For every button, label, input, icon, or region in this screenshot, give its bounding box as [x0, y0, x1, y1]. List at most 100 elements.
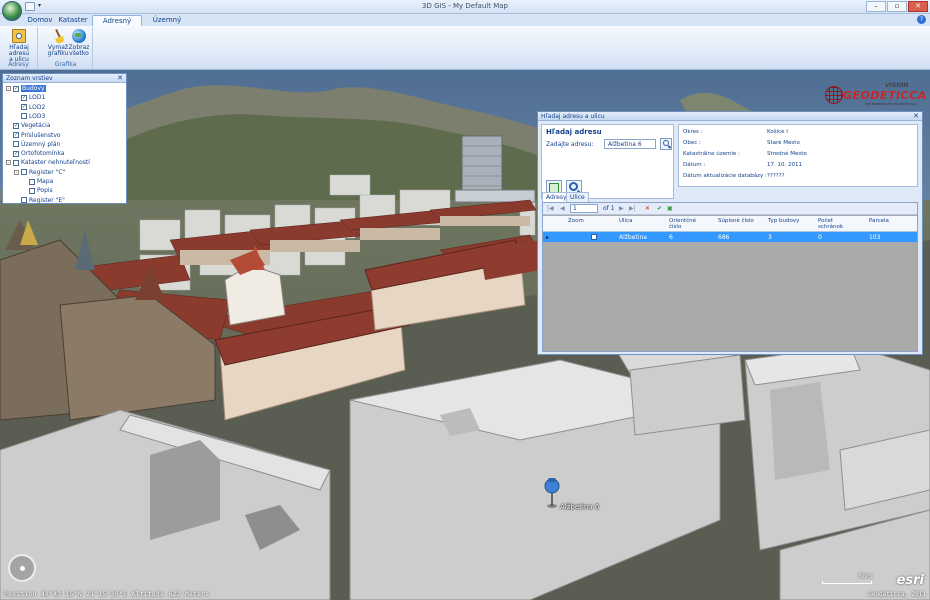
layer-item[interactable]: ✓ Ortofotomínka	[6, 150, 64, 157]
tab-kataster[interactable]: Kataster	[57, 15, 89, 26]
close-icon[interactable]: ✕	[117, 74, 123, 83]
tab-ulice[interactable]: Ulice	[566, 192, 589, 202]
close-button[interactable]: ✕	[908, 1, 928, 12]
group-label-grafika: Grafika	[54, 61, 77, 68]
layer-item[interactable]: ✓ Vegetácia	[6, 122, 51, 129]
layer-checkbox[interactable]: ✓	[21, 104, 27, 111]
tab-domov[interactable]: Domov	[26, 15, 54, 26]
application-menu-button[interactable]	[2, 1, 22, 21]
ribbon: Hľadaj adresu a ulicu Adresy Vymaž grafi…	[0, 26, 930, 70]
layer-checkbox[interactable]	[13, 141, 19, 148]
prev-page-icon[interactable]: ◀	[560, 205, 565, 212]
layer-list-panel: Zoznam vrstiev ✕ - ✓ Budovy ✓ LOD1 ✓ LOD2 LOD3 ✓…	[2, 73, 127, 204]
collapse-icon[interactable]: -	[6, 160, 11, 166]
check-icon[interactable]: ✔	[657, 205, 662, 212]
layer-item[interactable]: LOD3	[14, 113, 45, 120]
info-value-datum: 17. 10. 2011	[767, 162, 802, 168]
layer-checkbox[interactable]: ✓	[13, 150, 19, 157]
address-input[interactable]	[604, 139, 656, 149]
layer-checkbox[interactable]	[21, 169, 27, 176]
cell-ulica: Alžbetina	[619, 234, 647, 241]
info-key-datum-aktualizacie: Dátum aktualizácie databázy :	[683, 173, 767, 179]
cell-pocet-schranok: 0	[818, 234, 822, 241]
col-typ-budovy[interactable]: Typ budovy	[768, 218, 799, 224]
dialog-header: Hľadaj adresu a ulicu ✕	[538, 112, 922, 121]
address-info: Okres : Košice I Obec : Staré Mesto Kata…	[678, 124, 918, 187]
clear-graphics-button[interactable]: Vymaž grafiku	[47, 28, 69, 57]
collapse-icon[interactable]: -	[6, 86, 11, 91]
cell-typ-budovy: 3	[768, 234, 772, 241]
tab-adresny-system[interactable]: Adresný systém	[92, 15, 142, 35]
globe-icon	[72, 29, 86, 43]
maximize-button[interactable]: ▫	[887, 1, 907, 12]
address-search-dialog: Hľadaj adresu a ulicu ✕ Hľadaj adresu Za…	[537, 111, 923, 355]
grid-header: Zoom Ulica Orientčné číslo Súpisné číslo…	[543, 216, 917, 232]
close-icon[interactable]: ✕	[913, 112, 919, 121]
next-page-icon[interactable]: ▶	[619, 205, 624, 212]
delete-icon[interactable]: ✕	[645, 205, 650, 212]
esri-logo: esri	[896, 573, 924, 588]
layer-item[interactable]: - ✓ Budovy	[6, 85, 46, 92]
layer-checkbox[interactable]: ✓	[13, 122, 19, 129]
layer-item[interactable]: Územný plán	[6, 141, 60, 148]
scale-bar	[822, 581, 872, 584]
layer-label: LOD2	[29, 103, 46, 111]
logo-globe-icon	[825, 86, 843, 104]
layer-label: LOD1	[29, 94, 46, 102]
info-key-obec: Obec :	[683, 140, 701, 146]
zoom-checkbox[interactable]	[591, 234, 597, 240]
layer-item[interactable]: - Kataster nehnuteľností	[6, 159, 90, 166]
tab-uzemny-plan[interactable]: Územný plán	[145, 15, 189, 34]
cell-orientacne: 6	[669, 234, 673, 241]
page-input[interactable]	[570, 204, 598, 213]
info-value-obec: Staré Mesto	[767, 140, 800, 146]
col-zoom[interactable]: Zoom	[568, 218, 584, 224]
collapse-icon[interactable]: -	[14, 169, 19, 175]
layer-item[interactable]: Popis	[22, 187, 53, 194]
layer-item[interactable]: ✓ Príslušenstvo	[6, 132, 61, 139]
layer-item[interactable]: ✓ LOD2	[14, 104, 45, 111]
last-page-icon[interactable]: ▶|	[629, 205, 636, 212]
layer-label: Register "E"	[29, 196, 65, 204]
navigation-compass[interactable]	[8, 554, 36, 582]
save-icon[interactable]: ▣	[667, 205, 673, 212]
layer-label: Vegetácia	[21, 122, 51, 130]
col-parcela[interactable]: Parcela	[869, 218, 889, 224]
layer-checkbox[interactable]	[13, 159, 19, 166]
first-page-icon[interactable]: |◀	[547, 205, 554, 212]
broom-icon	[51, 28, 65, 45]
col-pocet-schranok[interactable]: Počet schránok	[818, 218, 854, 230]
row-indicator-icon: ▸	[546, 234, 550, 241]
layer-checkbox[interactable]	[21, 197, 27, 204]
info-value-katastralne-uzemie: Stredné Mesto	[767, 151, 807, 157]
layer-list-header: Zoznam vrstiev ✕	[3, 74, 126, 83]
minimize-button[interactable]: –	[866, 1, 886, 12]
show-all-button[interactable]: Zobraz všetko	[68, 29, 90, 57]
grid-toolbar: |◀ ◀ of 1 ▶ ▶| ✕ ✔ ▣	[543, 203, 917, 215]
layer-label: Príslušenstvo	[21, 131, 61, 139]
page-count: of 1	[603, 205, 615, 212]
help-icon[interactable]: ?	[917, 15, 926, 24]
layer-checkbox[interactable]: ✓	[13, 85, 19, 92]
layer-item[interactable]: ✓ LOD1	[14, 94, 45, 101]
position-readout: Position 48°43'15"N 21°15'30"E Altitude …	[4, 591, 210, 598]
cell-supisne: 686	[718, 234, 730, 241]
layer-item[interactable]: - Register "C"	[14, 169, 65, 176]
table-row[interactable]: ▸ Alžbetina 6 686 3 0 103	[543, 232, 917, 242]
layer-item[interactable]: Mapa	[22, 178, 53, 185]
col-ulica[interactable]: Ulica	[619, 218, 632, 224]
col-orientacne[interactable]: Orientčné číslo	[669, 218, 705, 230]
info-key-okres: Okres :	[683, 129, 703, 135]
layer-checkbox[interactable]	[29, 187, 35, 194]
layer-checkbox[interactable]	[29, 178, 35, 185]
search-button[interactable]	[660, 138, 672, 150]
layer-item[interactable]: Register "E"	[14, 197, 65, 204]
col-supisne[interactable]: Súpisné číslo	[718, 218, 754, 224]
find-address-button[interactable]: Hľadaj adresu a ulicu	[2, 29, 36, 63]
ribbon-tabs: Domov Kataster Adresný systém Územný plá…	[0, 14, 930, 35]
layer-checkbox[interactable]	[21, 113, 27, 120]
search-title: Hľadaj adresu	[546, 128, 602, 136]
pin-label: Alžbetina 6	[560, 503, 600, 511]
layer-checkbox[interactable]: ✓	[21, 94, 27, 101]
layer-checkbox[interactable]: ✓	[13, 132, 19, 138]
